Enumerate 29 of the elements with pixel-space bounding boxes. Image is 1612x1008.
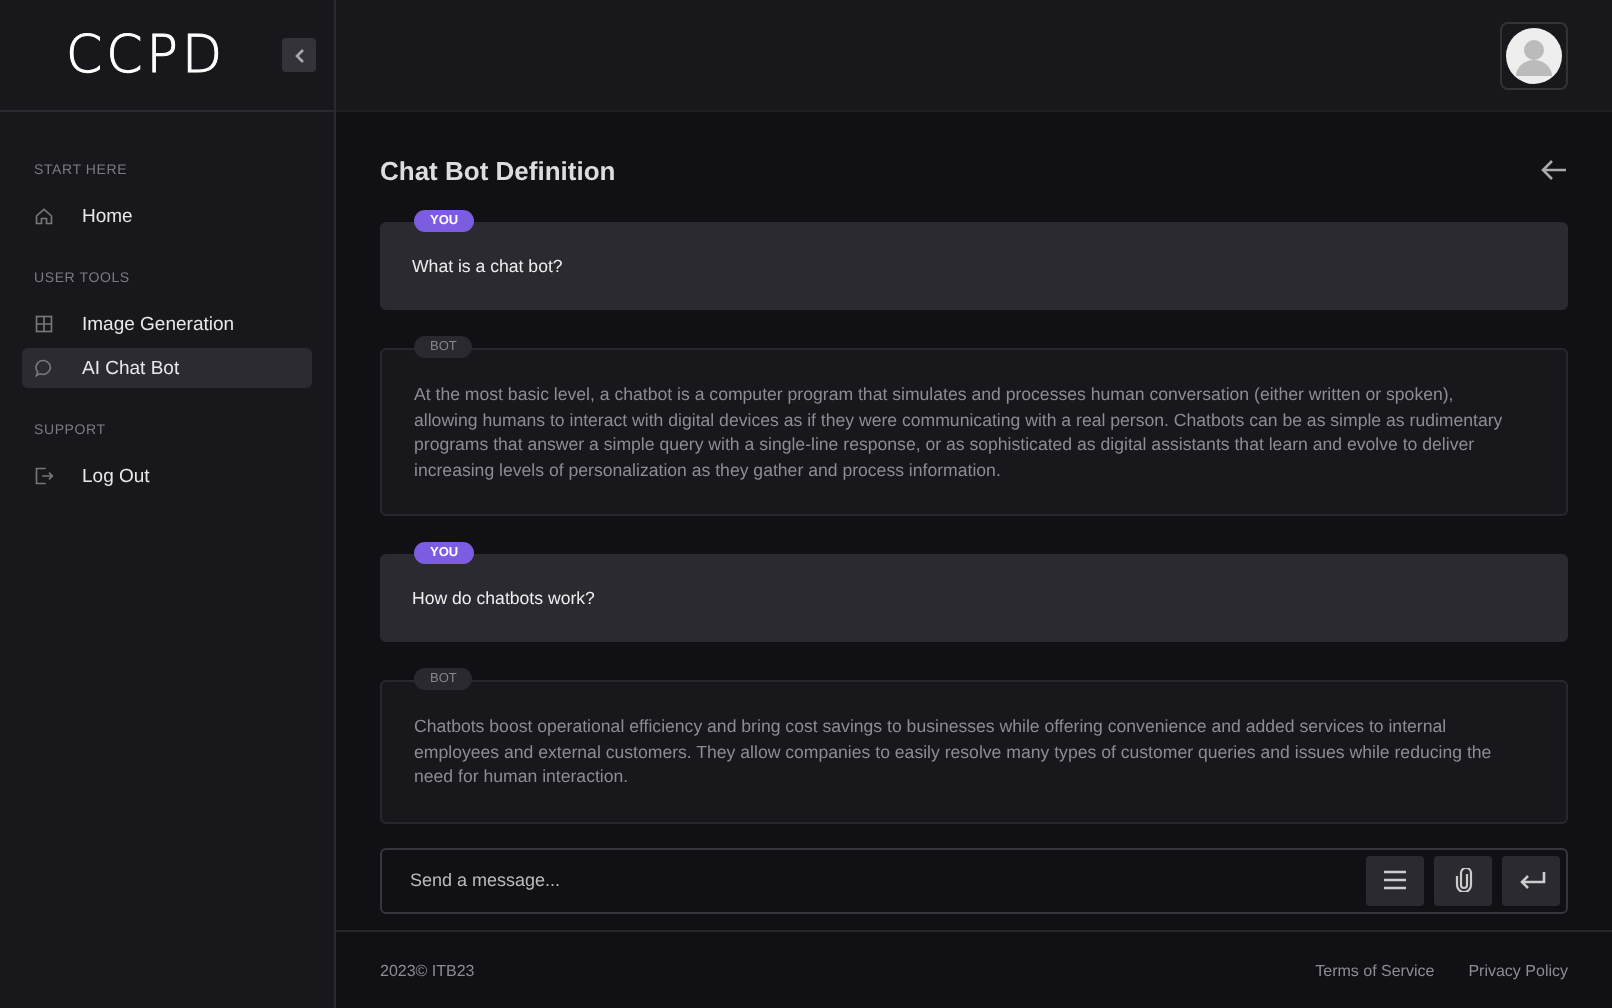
- message-text: Chatbots boost operational efficiency and bring cost savings to businesses while offering convenience and added services to internal employees and external customers. They allow companies to easily resolve many types of customer queries and issues while reducing the need for human interaction.: [414, 714, 1494, 789]
- copyright-text: 2023© ITB23: [380, 961, 475, 979]
- sidebar-item[interactable]: Image Generation: [22, 304, 312, 344]
- collapse-button[interactable]: [282, 38, 317, 72]
- avatar-icon: [1506, 27, 1562, 83]
- send-button[interactable]: [1502, 855, 1560, 905]
- home-icon: [34, 206, 54, 226]
- footer-link[interactable]: Terms of Service: [1315, 961, 1435, 979]
- paperclip-icon: [1453, 868, 1473, 892]
- avatar-button[interactable]: [1500, 21, 1568, 89]
- menu-button[interactable]: [1366, 855, 1424, 905]
- message-text: What is a chat bot?: [412, 253, 565, 279]
- logout-icon: [34, 466, 54, 486]
- message-text: At the most basic level, a chatbot is a computer program that simulates and processes human conversation (either written or spoken), allowing humans to interact with digital devices as if they were communicating with a real person. Chatbots can be as simple as rudimentary programs that answer a simple query with a single-line response, or as sophisticated as digital assistants that learn and evolve to deliver increasing levels of personalization as they gather and process information.: [414, 382, 1505, 482]
- menu-icon: [1384, 870, 1406, 890]
- sidebar-item[interactable]: Log Out: [22, 456, 312, 496]
- message-composer[interactable]: Send a message...: [380, 847, 1568, 913]
- message-text: How do chatbots work?: [412, 585, 597, 611]
- chat-bubble-icon: [34, 358, 54, 378]
- sidebar-item[interactable]: Home: [22, 196, 312, 236]
- return-icon: [1517, 870, 1545, 890]
- sidebar-item[interactable]: AI Chat Bot: [22, 348, 312, 388]
- footer-link[interactable]: Privacy Policy: [1468, 961, 1568, 979]
- page-title: Chat Bot Definition: [380, 155, 616, 185]
- logo: CCPD: [66, 25, 227, 85]
- grid-icon: [34, 314, 54, 334]
- message-input[interactable]: Send a message...: [406, 868, 1356, 892]
- attach-button[interactable]: [1434, 855, 1492, 905]
- back-arrow-icon[interactable]: [1540, 158, 1568, 182]
